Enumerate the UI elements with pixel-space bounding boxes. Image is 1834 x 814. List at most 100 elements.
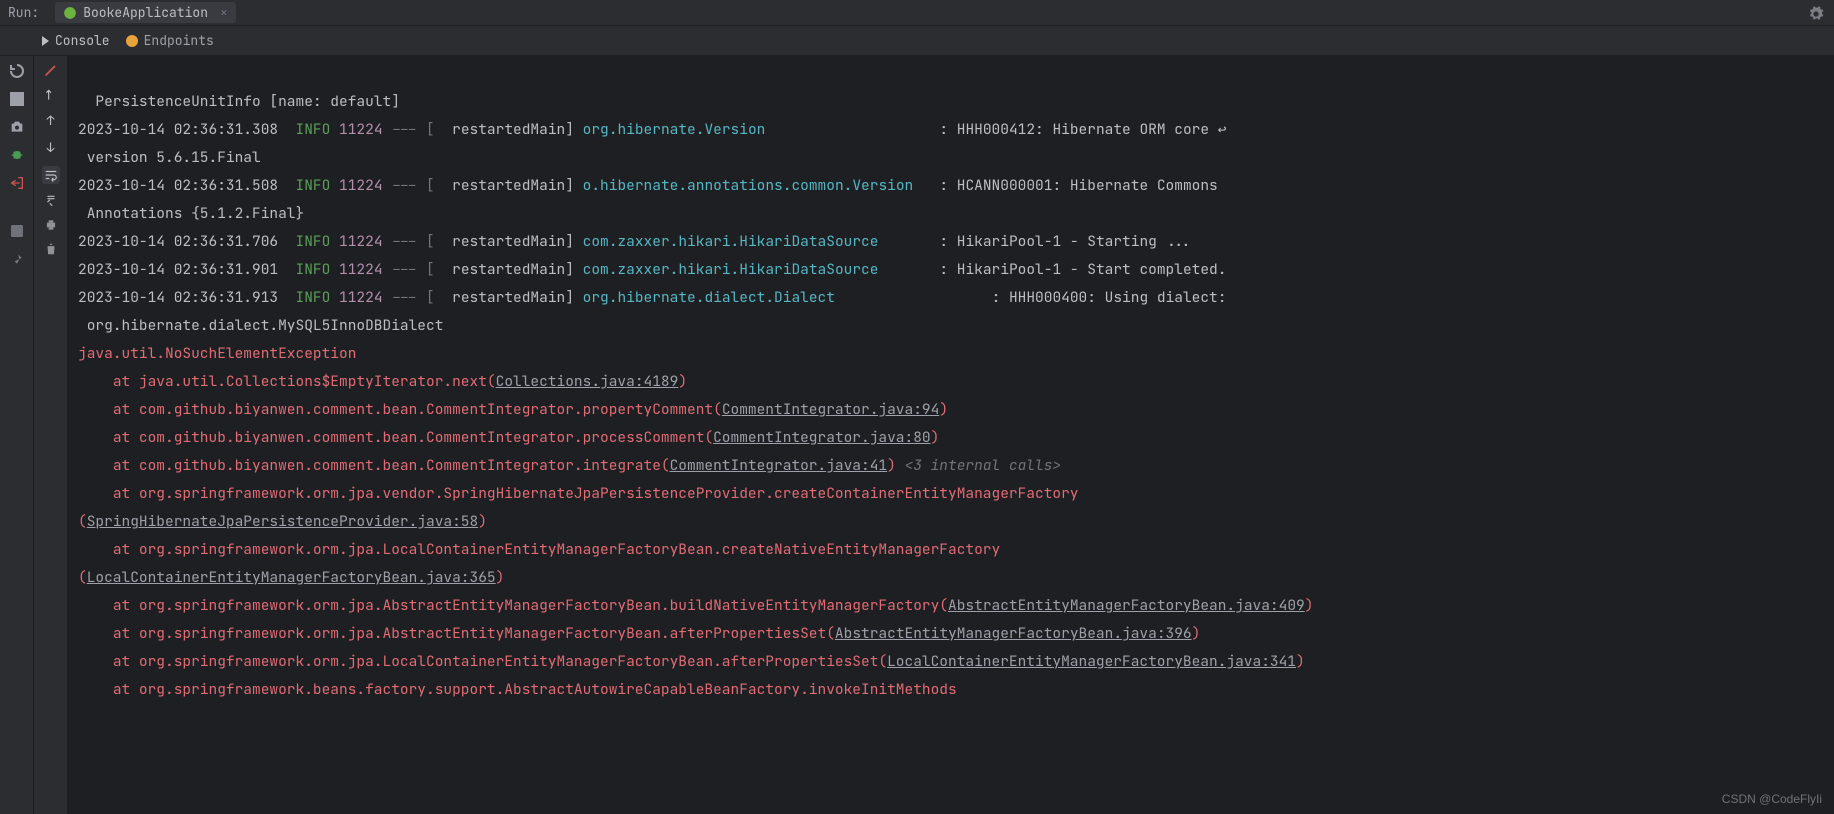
spring-icon <box>63 6 77 20</box>
stack-close: ) <box>887 456 896 475</box>
run-config-name: BookeApplication <box>83 4 208 21</box>
stack-close: ) <box>678 372 687 391</box>
wrap-icon[interactable] <box>42 166 60 184</box>
internal-calls-hint: <3 internal calls> <box>896 456 1061 475</box>
stack-at: at com.github.biyanwen.comment.bean.Comm… <box>78 400 722 419</box>
thread: restartedMain] <box>435 260 574 279</box>
stack-link[interactable]: AbstractEntityManagerFactoryBean.java:39… <box>835 624 1192 643</box>
stack-link[interactable]: CommentIntegrator.java:41 <box>670 456 888 475</box>
stack-close: ) <box>939 400 948 419</box>
logger: org.hibernate.Version <box>583 120 766 139</box>
log-line: PersistenceUnitInfo [name: default] <box>78 92 400 111</box>
bug-icon[interactable] <box>8 146 26 164</box>
down-arrow-icon[interactable]: ↓ <box>47 139 55 156</box>
stack-link[interactable]: LocalContainerEntityManagerFactoryBean.j… <box>87 568 496 587</box>
scroll-end-icon[interactable] <box>44 194 58 208</box>
tool-tabs: Console Endpoints <box>0 26 1834 56</box>
logger: com.zaxxer.hikari.HikariDataSource <box>583 232 879 251</box>
endpoints-icon <box>126 35 138 47</box>
pin-icon[interactable] <box>8 250 26 268</box>
run-label: Run: <box>8 4 39 21</box>
stack-at: at org.springframework.orm.jpa.AbstractE… <box>78 596 948 615</box>
gear-icon[interactable] <box>1808 6 1824 22</box>
main-area: ↑ ↓ PersistenceUnitInfo [name: default] … <box>0 56 1834 814</box>
stack-open: ( <box>78 568 87 587</box>
close-tab-icon[interactable]: × <box>220 4 228 21</box>
stack-close: ) <box>1192 624 1201 643</box>
log-level: INFO <box>296 176 331 195</box>
stack-at: at org.springframework.orm.jpa.LocalCont… <box>78 540 1000 559</box>
timestamp: 2023-10-14 02:36:31.308 <box>78 120 278 139</box>
log-level: INFO <box>296 260 331 279</box>
stack-close: ) <box>1296 652 1305 671</box>
log-line: org.hibernate.dialect.MySQL5InnoDBDialec… <box>78 316 443 335</box>
stack-at: at com.github.biyanwen.comment.bean.Comm… <box>78 428 713 447</box>
camera-icon[interactable] <box>8 118 26 136</box>
timestamp: 2023-10-14 02:36:31.508 <box>78 176 278 195</box>
thread: restartedMain] <box>435 288 574 307</box>
stack-link[interactable]: SpringHibernateJpaPersistenceProvider.ja… <box>87 512 479 531</box>
stack-close: ) <box>931 428 940 447</box>
message: : HikariPool-1 - Start completed. <box>939 260 1226 279</box>
left-toolbar-2: ↑ ↓ <box>34 56 68 814</box>
pid: 11224 <box>339 260 383 279</box>
stack-at: at org.springframework.orm.jpa.AbstractE… <box>78 624 835 643</box>
up-arrow-icon[interactable]: ↑ <box>47 112 55 129</box>
stack-at: at org.springframework.beans.factory.sup… <box>78 680 957 699</box>
timestamp: 2023-10-14 02:36:31.913 <box>78 288 278 307</box>
logger: com.zaxxer.hikari.HikariDataSource <box>583 260 879 279</box>
edit-icon[interactable] <box>43 62 59 78</box>
run-header: Run: BookeApplication × <box>0 0 1834 26</box>
run-config-tab[interactable]: BookeApplication × <box>55 2 236 23</box>
thread: restartedMain] <box>435 176 574 195</box>
print-icon[interactable] <box>44 218 58 232</box>
tab-endpoints[interactable]: Endpoints <box>126 32 214 49</box>
logger: o.hibernate.annotations.common.Version <box>583 176 914 195</box>
log-level: INFO <box>296 288 331 307</box>
stack-close: ) <box>478 512 487 531</box>
stack-open: ( <box>78 512 87 531</box>
layout-icon[interactable] <box>8 222 26 240</box>
stack-link[interactable]: CommentIntegrator.java:80 <box>713 428 931 447</box>
tab-endpoints-label: Endpoints <box>144 32 214 49</box>
message: : HHH000400: Using dialect: <box>992 288 1227 307</box>
exception: java.util.NoSuchElementException <box>78 344 356 363</box>
stack-link[interactable]: AbstractEntityManagerFactoryBean.java:40… <box>948 596 1305 615</box>
separator: --- [ <box>391 176 435 195</box>
tab-console[interactable]: Console <box>42 32 110 49</box>
stack-at: at org.springframework.orm.jpa.vendor.Sp… <box>78 484 1079 503</box>
console-output[interactable]: PersistenceUnitInfo [name: default] 2023… <box>68 56 1834 814</box>
message: : HHH000412: Hibernate ORM core <box>939 120 1217 139</box>
thread: restartedMain] <box>435 232 574 251</box>
pid: 11224 <box>339 232 383 251</box>
message: : HCANN000001: Hibernate Commons <box>939 176 1217 195</box>
thread: restartedMain] <box>435 120 574 139</box>
stack-close: ) <box>496 568 505 587</box>
log-line: version 5.6.15.Final <box>78 148 261 167</box>
stack-at: at java.util.Collections$EmptyIterator.n… <box>78 372 496 391</box>
exit-icon[interactable] <box>8 174 26 192</box>
watermark: CSDN @CodeFlyIi <box>1722 792 1822 806</box>
left-toolbar-1 <box>0 56 34 814</box>
logger: org.hibernate.dialect.Dialect <box>583 288 835 307</box>
stack-at: at com.github.biyanwen.comment.bean.Comm… <box>78 456 670 475</box>
timestamp: 2023-10-14 02:36:31.901 <box>78 260 278 279</box>
log-level: INFO <box>296 232 331 251</box>
pid: 11224 <box>339 176 383 195</box>
separator: --- [ <box>391 260 435 279</box>
stack-link[interactable]: LocalContainerEntityManagerFactoryBean.j… <box>887 652 1296 671</box>
message: : HikariPool-1 - Starting ... <box>939 232 1191 251</box>
rerun-icon[interactable] <box>8 62 26 80</box>
stack-link[interactable]: Collections.java:4189 <box>496 372 679 391</box>
console-icon <box>42 36 49 46</box>
separator: --- [ <box>391 288 435 307</box>
stack-link[interactable]: CommentIntegrator.java:94 <box>722 400 940 419</box>
pid: 11224 <box>339 288 383 307</box>
tab-console-label: Console <box>55 32 110 49</box>
trash-icon[interactable] <box>44 242 58 256</box>
sort-icon[interactable] <box>44 88 58 102</box>
stop-icon[interactable] <box>8 90 26 108</box>
separator: --- [ <box>391 232 435 251</box>
separator: --- [ <box>391 120 435 139</box>
timestamp: 2023-10-14 02:36:31.706 <box>78 232 278 251</box>
